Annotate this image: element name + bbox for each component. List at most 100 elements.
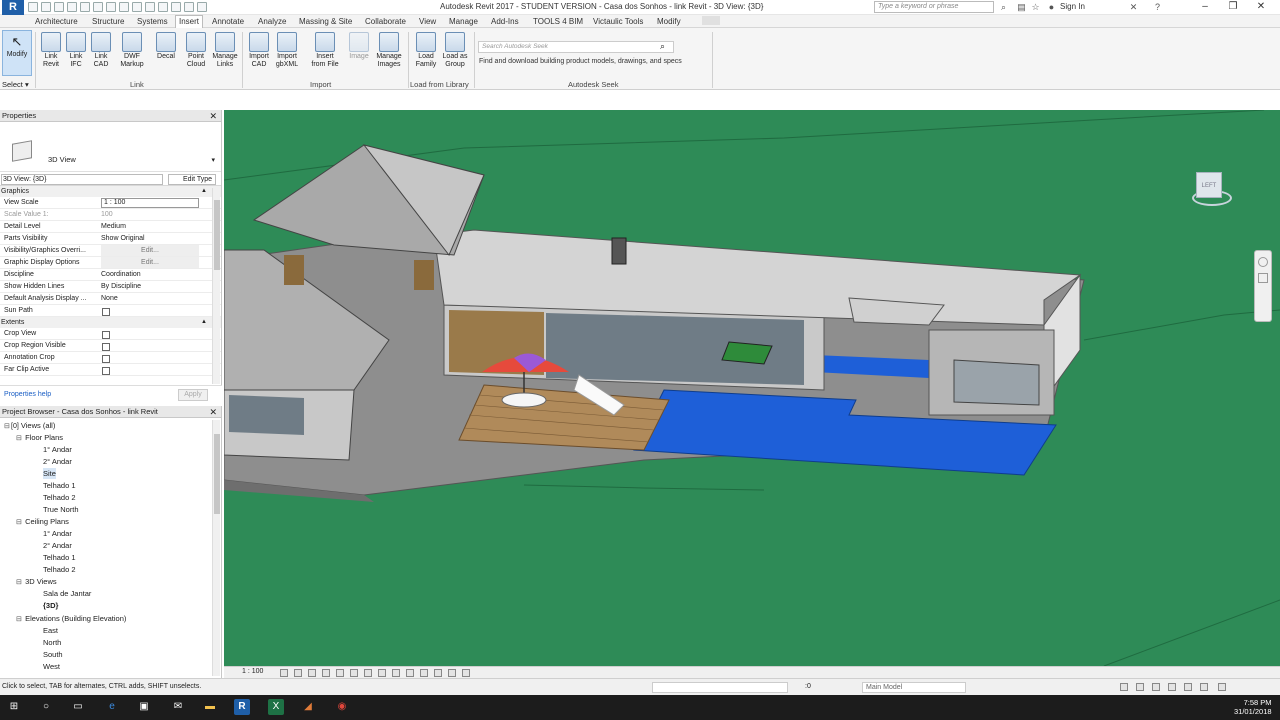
tree-item[interactable]: True North [43,504,79,515]
task-view-icon[interactable]: ▭ [70,699,86,715]
tab-insert[interactable]: Insert [175,15,204,28]
save-icon[interactable] [41,2,51,12]
prop-row-analysis-display[interactable]: Default Analysis Display ... None [0,293,221,305]
far-clip-checkbox[interactable] [102,367,110,375]
properties-scrollbar[interactable] [212,188,220,384]
worksharing-display-icon[interactable] [420,669,428,677]
image-button[interactable]: Image [345,32,373,61]
crop-view-icon[interactable] [350,669,358,677]
open-icon[interactable] [28,2,38,12]
tab-analyze[interactable]: Analyze [255,16,289,27]
collapse-icon[interactable]: ⊟ [4,421,11,432]
import-cad-button[interactable]: Import CAD [245,32,273,69]
collapse-icon[interactable]: ⊟ [16,577,23,588]
tab-massing-site[interactable]: Massing & Site [296,16,355,27]
subscription-icon[interactable]: ▤ [1016,2,1027,13]
prop-row-discipline[interactable]: Discipline Coordination [0,269,221,281]
link-revit-button[interactable]: Link Revit [37,32,65,69]
filter-icon[interactable] [1218,683,1226,691]
help-search-input[interactable]: Type a keyword or phrase [874,1,994,13]
print-icon[interactable] [93,2,103,12]
prop-row-annotation-crop[interactable]: Annotation Crop [0,352,221,364]
patio-table[interactable] [501,392,547,408]
select-pinned-icon[interactable] [1152,683,1160,691]
excel-icon[interactable]: X [268,699,284,715]
tree-ceiling-plans[interactable]: ⊟ Ceiling Plans [16,516,69,528]
point-cloud-button[interactable]: Point Cloud [182,32,210,69]
prop-row-hidden-lines[interactable]: Show Hidden Lines By Discipline [0,281,221,293]
extents-group-header[interactable]: Extents ▲ [0,317,221,328]
vg-edit-button[interactable]: Edit... [101,245,199,256]
prop-value[interactable]: Medium [101,221,199,232]
prop-row-vg-overrides[interactable]: Visibility/Graphics Overri... Edit... [0,245,221,257]
edge-icon[interactable]: e [104,699,120,715]
constraints-icon[interactable] [462,669,470,677]
shadows-icon[interactable] [322,669,330,677]
chevron-down-icon[interactable]: ▾ [211,156,215,164]
revit-taskbar-icon[interactable]: R [234,699,250,715]
browser-scrollbar[interactable] [212,420,220,676]
tab-victaulic-tools[interactable]: Victaulic Tools [590,16,646,27]
tree-item[interactable]: Telhado 1 [43,480,76,491]
tree-item[interactable]: Telhado 2 [43,564,76,575]
restore-button[interactable]: ❐ [1220,0,1246,14]
type-selector[interactable]: 3D View ▾ [0,122,221,172]
tree-item[interactable]: Telhado 1 [43,552,76,563]
link-cad-button[interactable]: Link CAD [87,32,115,69]
tab-structure[interactable]: Structure [89,16,127,27]
app-icon[interactable]: ◢ [300,699,316,715]
crop-region-icon[interactable] [364,669,372,677]
dwf-markup-button[interactable]: DWF Markup [118,32,146,69]
drag-elements-icon[interactable] [1184,683,1192,691]
tab-view[interactable]: View [416,16,439,27]
tree-item[interactable]: West [43,661,60,672]
undo-icon[interactable] [67,2,77,12]
design-option-dropdown[interactable]: Main Model [862,682,966,693]
store-icon[interactable]: ▣ [136,699,152,715]
redo-icon[interactable] [80,2,90,12]
insert-from-file-button[interactable]: Insert from File [308,32,342,69]
tree-3d-views[interactable]: ⊟ 3D Views [16,576,57,588]
tree-item[interactable]: South [43,649,63,660]
decal-button[interactable]: Decal [152,32,180,61]
seek-search-input[interactable]: Search Autodesk Seek [478,41,674,53]
chrome-icon[interactable]: ◉ [334,699,350,715]
navigation-bar[interactable] [1254,250,1272,322]
tab-annotate[interactable]: Annotate [209,16,247,27]
prop-row-parts-visibility[interactable]: Parts Visibility Show Original [0,233,221,245]
tree-elevations[interactable]: ⊟ Elevations (Building Elevation) [16,613,126,625]
tab-collaborate[interactable]: Collaborate [362,16,409,27]
tree-item[interactable]: Sala de Jantar [43,588,91,599]
steering-wheel-icon[interactable] [1258,257,1268,267]
prop-row-crop-region-visible[interactable]: Crop Region Visible [0,340,221,352]
prop-row-view-scale[interactable]: View Scale 1 : 100 [0,197,221,209]
edit-type-button[interactable]: Edit Type [168,174,217,185]
sign-in-link[interactable]: Sign In [1060,2,1085,11]
tab-manage[interactable]: Manage [446,16,481,27]
prop-row-sun-path[interactable]: Sun Path [0,305,221,317]
tree-item[interactable]: Telhado 2 [43,492,76,503]
collapse-icon[interactable]: ⊟ [16,614,23,625]
3d-view-icon[interactable] [145,2,155,12]
sync-icon[interactable] [54,2,64,12]
measure-icon[interactable] [106,2,116,12]
select-underlay-icon[interactable] [1136,683,1144,691]
close-hidden-icon[interactable] [184,2,194,12]
seek-binoculars-icon[interactable]: ⌕ [660,41,665,52]
load-as-group-button[interactable]: Load as Group [441,32,469,69]
selection-filter-count[interactable]: :0 [805,683,811,690]
star-icon[interactable]: ☆ [1030,2,1041,13]
help-icon[interactable]: ? [1152,2,1163,13]
prop-row-far-clip[interactable]: Far Clip Active [0,364,221,376]
tab-modify[interactable]: Modify [654,16,684,27]
render-icon[interactable] [336,669,344,677]
minimize-button[interactable]: – [1192,0,1218,14]
temp-hide-icon[interactable] [392,669,400,677]
view-instance-dropdown[interactable]: 3D View: {3D} [1,174,163,185]
browser-close-icon[interactable]: ✕ [209,406,217,418]
view-scale-control[interactable]: 1 : 100 [242,668,263,675]
sun-path-checkbox[interactable] [102,308,110,316]
graphics-group-header[interactable]: Graphics ▲ [0,186,221,197]
user-icon[interactable]: ● [1046,2,1057,13]
zoom-icon[interactable] [1258,273,1268,283]
